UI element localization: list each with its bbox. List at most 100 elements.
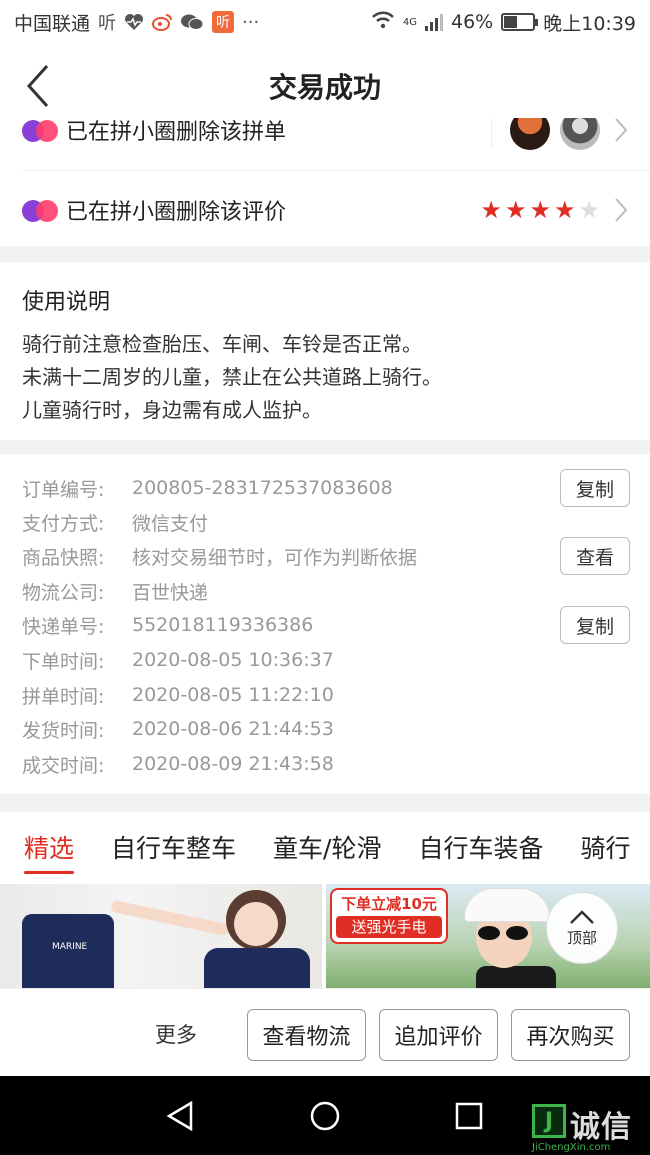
info-label: 发货时间: [22, 719, 105, 742]
triangle-back-icon [166, 1100, 193, 1132]
review-row[interactable]: 已在拼小圈删除该评价 ★ ★ ★ ★ ★ [22, 190, 632, 230]
tab-label: 童车/轮滑 [273, 834, 382, 863]
pinxiaoquan-logo-icon [22, 198, 60, 222]
tab-featured[interactable]: 精选 [24, 812, 75, 882]
avatar [510, 118, 550, 150]
star-filled-icon: ★ [480, 196, 502, 224]
info-label: 物流公司: [22, 581, 105, 604]
group-order-row[interactable]: 已在拼小圈删除该拼单 [22, 118, 632, 150]
tracking-number-row: 快递单号: 552018119336386 复制 [22, 606, 630, 644]
info-label: 支付方式: [22, 512, 105, 535]
divider [22, 170, 650, 171]
carrier-label: 中国联通 [14, 12, 91, 35]
status-bar: 中国联通 听 听 ··· 4G 46% 晚上10:39 [0, 0, 650, 44]
copy-order-number-button[interactable]: 复制 [560, 469, 630, 507]
shirt-print: MARINE [52, 942, 88, 952]
order-number: 200805-283172537083608 [132, 477, 393, 499]
watermark-logo: J [532, 1104, 566, 1138]
circle-home-icon [310, 1101, 340, 1131]
payment-method-row: 支付方式: 微信支付 [22, 505, 630, 539]
pinxiaoquan-logo-icon [22, 118, 60, 142]
system-home-button[interactable] [305, 1096, 345, 1136]
watermark-url: JiChengXin.com [532, 1142, 611, 1153]
logistics-company-row: 物流公司: 百世快递 [22, 574, 630, 608]
ting-box-icon: 听 [212, 11, 235, 33]
bottom-action-bar: 更多 查看物流 追加评价 再次购买 [0, 988, 650, 1076]
payment-method: 微信支付 [132, 512, 209, 535]
view-snapshot-button[interactable]: 查看 [560, 537, 630, 575]
snapshot-hint: 核对交易细节时，可作为判断依据 [132, 546, 418, 569]
tab-label: 自行车整车 [111, 834, 237, 863]
section-gap [0, 440, 650, 454]
wifi-icon [371, 11, 395, 34]
clock: 晚上10:39 [543, 12, 636, 35]
promo-gift: 送强光手电 [336, 916, 442, 938]
add-review-button[interactable]: 追加评价 [379, 1009, 498, 1061]
review-status: 已在拼小圈删除该评价 [66, 200, 287, 225]
star-filled-icon: ★ [553, 196, 576, 224]
logistics-company: 百世快递 [132, 581, 209, 604]
rating-stars: ★ ★ ★ ★ ★ [480, 198, 600, 222]
deal-time: 2020-08-09 21:43:58 [132, 753, 334, 775]
tab-label: 骑行 [580, 834, 631, 863]
tracking-number: 552018119336386 [132, 614, 314, 636]
promo-badge: 下单立减10元 送强光手电 [330, 888, 448, 944]
ting-icon: 听 [98, 13, 117, 34]
instructions-title: 使用说明 [22, 290, 111, 315]
tab-cycling[interactable]: 骑行 [580, 812, 630, 882]
wechat-icon [180, 13, 204, 31]
tab-bike-gear[interactable]: 自行车装备 [418, 812, 543, 882]
back-to-top-button[interactable]: 顶部 [546, 892, 618, 964]
info-label: 订单编号: [22, 478, 105, 501]
star-empty-icon: ★ [578, 196, 600, 224]
heart-pulse-icon [124, 13, 144, 31]
back-button[interactable] [18, 62, 58, 110]
instruction-line: 儿童骑行时，身边需有成人监护。 [22, 398, 322, 422]
tab-kids-bikes-skates[interactable]: 童车/轮滑 [273, 812, 381, 882]
network-type: 4G [402, 16, 417, 28]
chevron-right-icon [610, 118, 632, 145]
avatar [560, 118, 600, 150]
order-time-row: 下单时间: 2020-08-05 10:36:37 [22, 643, 630, 677]
star-filled-icon: ★ [504, 196, 527, 224]
star-filled-icon: ★ [529, 196, 551, 224]
deal-time-row: 成交时间: 2020-08-09 21:43:58 [22, 747, 630, 781]
battery-percent: 46% [451, 11, 494, 33]
promo-discount: 下单立减10元 [341, 895, 437, 913]
back-to-top-label: 顶部 [566, 928, 597, 947]
instruction-line: 未满十二周岁的儿童，禁止在公共道路上骑行。 [22, 365, 442, 389]
info-label: 下单时间: [22, 650, 105, 673]
product-card[interactable]: MARINE [0, 884, 322, 988]
review-section: 已在拼小圈删除该拼单 已在拼小圈删除该评价 ★ ★ ★ ★ ★ [0, 118, 650, 246]
tab-bicycles[interactable]: 自行车整车 [111, 812, 236, 882]
ship-time-row: 发货时间: 2020-08-06 21:44:53 [22, 712, 630, 746]
more-dots-icon: ··· [242, 11, 260, 33]
active-tab-indicator [24, 871, 75, 874]
ship-time: 2020-08-06 21:44:53 [132, 718, 334, 740]
chevron-left-icon [26, 64, 49, 108]
order-time: 2020-08-05 10:36:37 [132, 649, 334, 671]
buy-again-button[interactable]: 再次购买 [511, 1009, 630, 1061]
copy-tracking-number-button[interactable]: 复制 [560, 606, 630, 644]
info-label: 成交时间: [22, 754, 105, 777]
snapshot-row: 商品快照: 核对交易细节时，可作为判断依据 查看 [22, 537, 630, 575]
instruction-line: 骑行前注意检查胎压、车闸、车铃是否正常。 [22, 332, 422, 356]
system-back-button[interactable] [160, 1096, 200, 1136]
group-time-row: 拼单时间: 2020-08-05 11:22:10 [22, 678, 630, 712]
view-logistics-button[interactable]: 查看物流 [247, 1009, 366, 1061]
square-recents-icon [455, 1102, 483, 1130]
section-gap [0, 794, 650, 812]
info-label: 商品快照: [22, 546, 105, 569]
system-recents-button[interactable] [449, 1096, 489, 1136]
usage-instructions: 使用说明 骑行前注意检查胎压、车闸、车铃是否正常。 未满十二周岁的儿童，禁止在公… [0, 262, 650, 440]
chevron-up-icon [570, 909, 594, 924]
group-order-status: 已在拼小圈删除该拼单 [66, 120, 287, 145]
tab-label: 精选 [24, 834, 75, 863]
battery-icon [501, 13, 539, 31]
more-button[interactable]: 更多 [155, 1019, 197, 1049]
group-time: 2020-08-05 11:22:10 [132, 684, 334, 706]
weibo-icon [152, 13, 173, 31]
watermark-text: 诚信 [570, 1110, 632, 1145]
tab-label: 自行车装备 [418, 834, 544, 863]
page-title: 交易成功 [268, 71, 381, 104]
